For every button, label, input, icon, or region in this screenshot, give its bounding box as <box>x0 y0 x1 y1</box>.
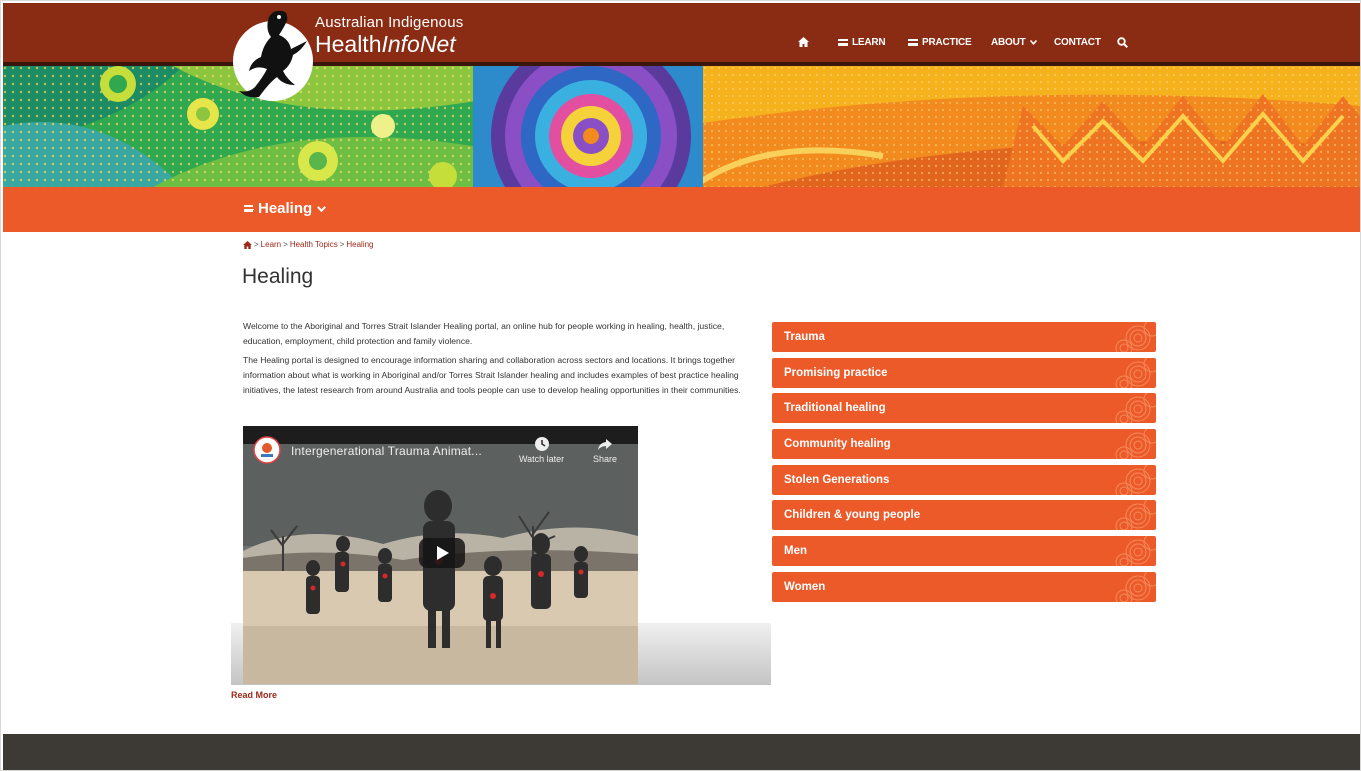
logo-line-2: HealthInfoNet <box>315 31 456 57</box>
topic-button[interactable]: Trauma <box>772 322 1156 352</box>
nav-practice-label: PRACTICE <box>922 37 972 48</box>
gecko-logo-icon <box>233 10 313 101</box>
read-more-link[interactable]: Read More <box>231 690 277 700</box>
section-menu-toggle[interactable]: Healing <box>244 200 327 217</box>
swirl-decoration-icon <box>1115 464 1156 495</box>
section-title: Healing <box>258 200 313 217</box>
topic-label: Children & young people <box>784 509 921 522</box>
swirl-decoration-icon <box>1115 393 1156 424</box>
page-title: Healing <box>242 265 314 288</box>
topic-label: Stolen Generations <box>784 473 890 486</box>
play-button[interactable] <box>419 538 465 568</box>
nav-learn[interactable]: LEARN <box>838 37 886 48</box>
swirl-decoration-icon <box>1115 357 1156 388</box>
page-frame: Australian Indigenous HealthInfoNet LEAR… <box>0 0 1361 771</box>
nav-about-label: ABOUT <box>991 37 1026 48</box>
topic-button[interactable]: Women <box>772 571 1156 602</box>
breadcrumb-healing[interactable]: Healing <box>346 240 373 249</box>
intro-paragraph-2: The Healing portal is designed to encour… <box>243 355 741 395</box>
chevron-down-icon <box>317 205 327 212</box>
swirl-decoration-icon <box>1115 571 1156 602</box>
search-icon <box>1117 37 1128 48</box>
nav-learn-label: LEARN <box>852 37 886 48</box>
nav-contact[interactable]: CONTACT <box>1054 37 1101 48</box>
topic-label: Traditional healing <box>784 402 886 415</box>
topic-button[interactable]: Stolen Generations <box>772 464 1156 495</box>
healthinfonet-logo[interactable]: Australian Indigenous HealthInfoNet <box>229 5 479 103</box>
menu-icon <box>908 39 918 46</box>
video-player[interactable]: Intergenerational Trauma Animat... Watch… <box>243 426 638 684</box>
clock-icon <box>534 437 549 451</box>
share-button[interactable]: Share <box>593 436 617 464</box>
watch-later-button[interactable]: Watch later <box>519 436 564 464</box>
swirl-decoration-icon <box>1115 322 1156 352</box>
share-icon <box>598 439 613 450</box>
topic-label: Men <box>784 545 807 558</box>
header-banner-artwork <box>3 66 1360 187</box>
watch-later-label: Watch later <box>519 454 565 464</box>
banner-art-svg <box>3 66 1360 187</box>
menu-icon <box>244 205 254 212</box>
section-bar: Healing <box>3 187 1360 232</box>
breadcrumb-learn[interactable]: Learn <box>261 240 281 249</box>
topic-label: Community healing <box>784 438 891 451</box>
topic-button[interactable]: Traditional healing <box>772 393 1156 424</box>
intro-text: Welcome to the Aboriginal and Torres Str… <box>243 319 763 402</box>
home-icon <box>798 37 809 47</box>
video-title[interactable]: Intergenerational Trauma Animat... <box>291 444 482 458</box>
breadcrumb: > Learn > Health Topics > Healing <box>243 240 374 249</box>
topic-button[interactable]: Promising practice <box>772 357 1156 388</box>
topic-label: Trauma <box>784 331 825 343</box>
nav-contact-label: CONTACT <box>1054 37 1101 48</box>
home-icon[interactable] <box>243 240 252 249</box>
logo-line-1: Australian Indigenous <box>315 14 464 31</box>
topic-button[interactable]: Men <box>772 536 1156 567</box>
top-nav-bar <box>3 3 1360 64</box>
topic-button[interactable]: Community healing <box>772 429 1156 460</box>
swirl-decoration-icon <box>1115 500 1156 531</box>
nav-search[interactable] <box>1117 37 1128 48</box>
topic-label: Women <box>784 580 826 593</box>
nav-home[interactable] <box>798 37 809 47</box>
chevron-down-icon <box>1029 40 1037 45</box>
nav-about[interactable]: ABOUT <box>991 37 1037 48</box>
breadcrumb-health-topics[interactable]: Health Topics <box>290 240 338 249</box>
nav-practice[interactable]: PRACTICE <box>908 37 972 48</box>
topic-label: Promising practice <box>784 366 888 379</box>
intro-paragraph-1: Welcome to the Aboriginal and Torres Str… <box>243 321 725 346</box>
swirl-decoration-icon <box>1115 536 1156 567</box>
topic-button[interactable]: Children & young people <box>772 500 1156 531</box>
footer <box>3 734 1360 770</box>
swirl-decoration-icon <box>1115 429 1156 460</box>
channel-avatar[interactable] <box>253 436 281 464</box>
menu-icon <box>838 39 848 46</box>
topic-list: Trauma Promising practice Traditional heal… <box>772 322 1156 608</box>
share-label: Share <box>593 454 618 464</box>
